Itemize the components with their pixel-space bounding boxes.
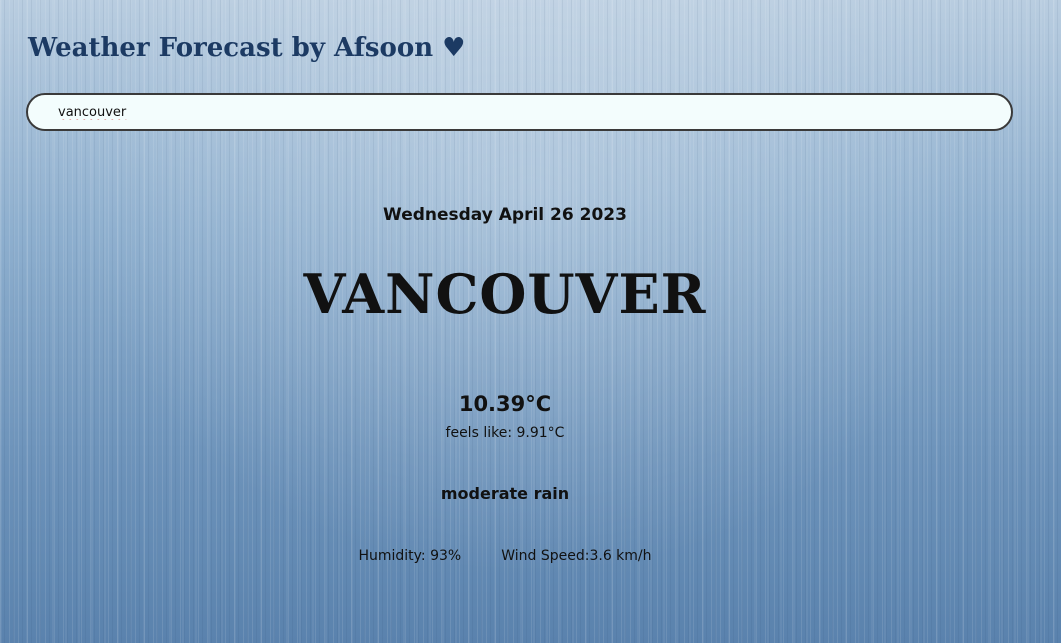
date-label: Wednesday April 26 2023 bbox=[383, 205, 627, 225]
feels-like: feels like: 9.91°C bbox=[0, 425, 1010, 441]
wind-stat: Wind Speed:3.6 km/h bbox=[501, 548, 651, 564]
humidity-stat: Humidity: 93% bbox=[358, 548, 461, 564]
humidity-value: 93% bbox=[430, 548, 462, 564]
wind-value: 3.6 km/h bbox=[589, 548, 652, 564]
city-name: VANCOUVER bbox=[303, 262, 707, 326]
weather-description: moderate rain bbox=[440, 484, 570, 503]
feels-like-value: 9.91°C bbox=[516, 425, 565, 441]
weather-stats: Humidity: 93% Wind Speed:3.6 km/h bbox=[0, 548, 1010, 564]
feels-like-label: feels like: bbox=[445, 425, 513, 441]
weather-panel: Wednesday April 26 2023 VANCOUVER 10.39°… bbox=[0, 0, 1010, 643]
temperature-value: 10.39°C bbox=[458, 392, 552, 416]
humidity-label: Humidity: bbox=[358, 548, 426, 564]
wind-label: Wind Speed: bbox=[501, 548, 590, 564]
